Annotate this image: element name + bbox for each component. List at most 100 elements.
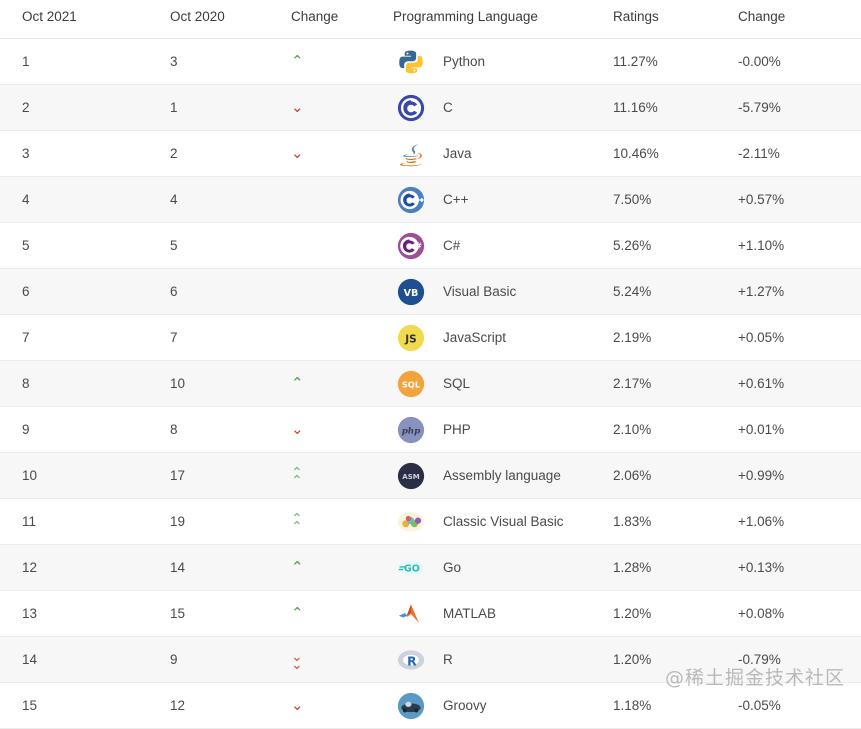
language-name[interactable]: R [443,652,453,667]
cell-rank-current: 11 [0,498,148,545]
language-name[interactable]: Classic Visual Basic [443,514,564,529]
cell-change-rank [273,176,393,223]
column-header-language[interactable]: Programming Language [393,0,603,39]
language-name[interactable]: JavaScript [443,330,506,345]
matlab-logo [393,599,429,629]
r-logo: R [393,645,429,675]
cell-rank-previous: 6 [148,268,273,315]
language-name[interactable]: PHP [443,422,471,437]
cell-change-rank: ⌄ [273,406,393,453]
column-header-ratings[interactable]: Ratings [603,0,728,39]
php-logo: php [393,415,429,445]
cell-ratings: 1.83% [603,498,728,545]
cell-rank-previous: 5 [148,222,273,269]
language-name[interactable]: C++ [443,192,469,207]
cell-rank-current: 7 [0,314,148,361]
cell-language: GO Go [393,544,603,591]
cell-language: php PHP [393,406,603,453]
column-header-rank-previous[interactable]: Oct 2020 [148,0,273,39]
table-row: 9 8 ⌄ php PHP 2.10% +0.01% [0,406,861,453]
column-header-rank-current[interactable]: Oct 2021 [0,0,148,39]
cell-language: MATLAB [393,590,603,637]
cell-rank-previous: 8 [148,406,273,453]
cell-rank-current: 2 [0,84,148,131]
cell-change-rating: +0.57% [728,176,861,223]
csharp-logo: # [393,231,429,261]
cell-language: # C# [393,222,603,269]
language-name[interactable]: C [443,100,453,115]
cell-language: JS JavaScript [393,314,603,361]
language-name[interactable]: Visual Basic [443,284,516,299]
cell-change-rating: -0.79% [728,636,861,683]
cell-change-rank: ⌃ [273,590,393,637]
language-name[interactable]: C# [443,238,460,253]
language-name[interactable]: Go [443,560,461,575]
cell-ratings: 2.10% [603,406,728,453]
change-icon-upup: ⌃ ⌃ [291,465,303,489]
cell-change-rating: +0.05% [728,314,861,361]
change-icon-up: ⌃ [291,52,304,70]
cell-rank-current: 3 [0,130,148,177]
cell-change-rating: -2.11% [728,130,861,177]
cell-change-rank: ⌃ ⌃ [273,498,393,545]
cell-change-rating: +1.10% [728,222,861,269]
cell-ratings: 5.26% [603,222,728,269]
change-icon-down: ⌄ [291,696,304,714]
cell-ratings: 2.19% [603,314,728,361]
language-name[interactable]: Java [443,146,472,161]
column-header-change-rank[interactable]: Change [273,0,393,39]
svg-text:php: php [402,426,421,436]
cell-change-rank: ⌃ [273,360,393,407]
table-row: 44 C++ 7.50% +0.57% [0,176,861,223]
change-icon-up: ⌃ [291,558,304,576]
cell-change-rating: +0.01% [728,406,861,453]
column-header-change-rating[interactable]: Change [728,0,861,39]
svg-text:VB: VB [404,287,419,298]
cell-change-rating: -0.00% [728,38,861,85]
groovy-logo [393,691,429,721]
change-icon-up: ⌃ [291,604,304,622]
svg-text:#: # [415,241,422,250]
cell-rank-current: 8 [0,360,148,407]
cell-rank-previous: 14 [148,544,273,591]
cell-change-rank [273,314,393,361]
table-row: 14 9 ⌄ ⌄ R R 1.20% -0.79% [0,636,861,683]
cell-ratings: 5.24% [603,268,728,315]
change-icon-down: ⌄ [291,144,304,162]
cell-change-rating: -5.79% [728,84,861,131]
assembly-logo: ASM [393,461,429,491]
language-name[interactable]: SQL [443,376,470,391]
cell-ratings: 11.16% [603,84,728,131]
table-row: 10 17 ⌃ ⌃ ASM Assembly language 2.06% +0.99… [0,452,861,499]
cell-rank-previous: 2 [148,130,273,177]
cell-rank-previous: 19 [148,498,273,545]
language-name[interactable]: MATLAB [443,606,496,621]
cell-rank-previous: 4 [148,176,273,223]
cell-language: ASM Assembly language [393,452,603,499]
language-name[interactable]: Assembly language [443,468,561,483]
svg-text:GO: GO [404,563,420,574]
cell-change-rank [273,268,393,315]
table-row: 3 2 ⌄ Java 10.46% -2.11% [0,130,861,177]
cell-change-rating: +0.13% [728,544,861,591]
cell-rank-previous: 1 [148,84,273,131]
cell-change-rating: +0.61% [728,360,861,407]
tiobe-index-table: Oct 2021 Oct 2020 Change Programming Lan… [0,0,861,729]
cell-rank-previous: 17 [148,452,273,499]
cell-change-rank: ⌃ [273,38,393,85]
table-row: 8 10 ⌃ SQL SQL 2.17% +0.61% [0,360,861,407]
cell-ratings: 1.18% [603,682,728,729]
cell-rank-current: 6 [0,268,148,315]
cell-ratings: 2.06% [603,452,728,499]
language-name[interactable]: Groovy [443,698,487,713]
cell-ratings: 2.17% [603,360,728,407]
language-name[interactable]: Python [443,54,485,69]
svg-text:JS: JS [404,333,416,345]
change-icon-downdn: ⌄ ⌄ [291,649,303,673]
cell-change-rating: +0.08% [728,590,861,637]
go-logo: GO [393,553,429,583]
cell-rank-current: 1 [0,38,148,85]
cell-change-rating: +1.06% [728,498,861,545]
cell-rank-current: 9 [0,406,148,453]
cell-language: C [393,84,603,131]
